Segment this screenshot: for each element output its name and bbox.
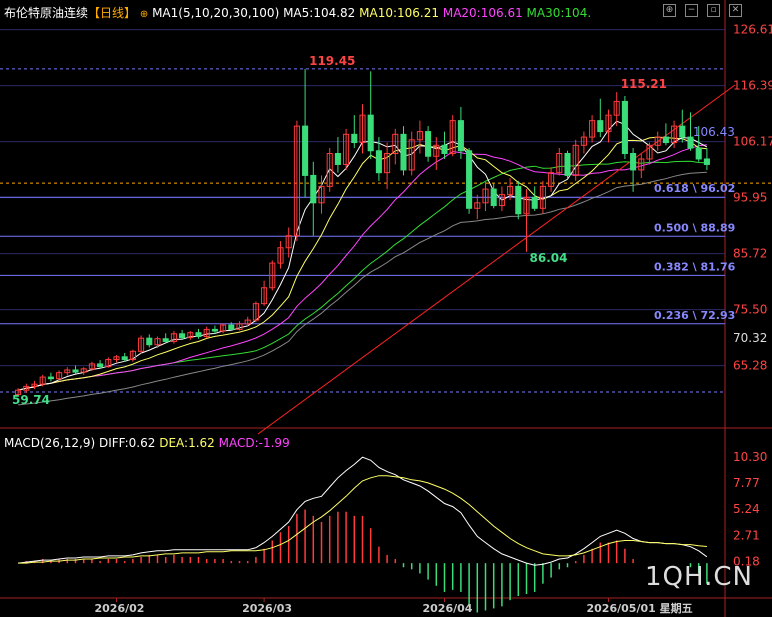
ma-settings-icon[interactable]: ⊕ [140,9,148,20]
candle-body [441,144,448,155]
candle-body [334,153,341,165]
candle-body [490,188,497,207]
chart-header: 布伦特原油连续【日线】 ⊕ MA1(5,10,20,30,100) MA5:10… [4,4,591,21]
fib-label: 0.236 \ 72.93 [654,309,735,322]
candle-body [375,150,382,174]
macd-header: MACD(26,12,9) DIFF:0.62 DEA:1.62 MACD:-1… [4,436,290,450]
ma20-label: MA20:106.61 [442,6,523,20]
period-label[interactable]: 【日线】 [88,6,136,20]
ma10-label: MA10:106.21 [359,6,440,20]
candle-body [531,196,538,209]
kline-chart[interactable]: 0.618 \ 96.02 0.500 \ 88.89 0.382 \ 81.76 0… [0,0,772,617]
low-start-annotation: 59.74 [12,393,50,407]
candle-body [47,376,54,380]
ma5-line [17,120,708,391]
price-tick-label: 126.61 [733,23,772,37]
low-mid-annotation: 86.04 [530,251,568,265]
candle-body [703,158,710,165]
price-tick-label: 75.50 [733,303,767,317]
price-tick-label: 95.95 [733,191,767,205]
x-axis-label: 2026/02 [95,602,145,615]
ma5-label: MA5:104.82 [283,6,356,20]
fib-label: 0.618 \ 96.02 [654,182,735,195]
high-annotation: 119.45 [309,54,355,68]
macd-tick-label: 10.30 [733,450,767,464]
x-axis-label: 2026/04 [423,602,473,615]
candle-body [466,150,473,209]
macd-tick-label: 5.24 [733,502,760,516]
candle-body [211,328,218,332]
price-tick-label: 85.72 [733,247,767,261]
candle-body [457,120,464,152]
candle-body [146,337,153,346]
candle-body [515,185,522,215]
close-icon[interactable]: ✕ [729,4,742,17]
candle-body [179,333,186,339]
ma100-line [18,171,707,406]
macd-tick-label: 7.77 [733,476,760,490]
candle-body [597,120,604,133]
macd-config-label: MACD(26,12,9) [4,436,96,450]
price-tick-label: 106.17 [733,135,772,149]
ma10-line [17,136,707,391]
candle-body [351,133,358,144]
candle-body [679,125,686,138]
candle-body [400,133,407,171]
candle-body [695,147,702,160]
restore-icon[interactable]: ▫ [707,4,720,17]
watermark: 1QH.CN [645,562,753,592]
candle-body [621,100,628,155]
candle-body [630,153,637,171]
instrument-title[interactable]: 布伦特原油连续 [4,6,88,20]
price-tick-label: 116.39 [733,79,772,93]
macd-dea-label: DEA:1.62 [159,436,215,450]
candle-body [97,363,104,368]
current-price-axis-label: 70.32 [733,331,767,345]
macd-diff-label: DIFF:0.62 [98,436,156,450]
macd-value-label: MACD:-1.99 [218,436,290,450]
candle-body [195,332,202,338]
candle-body [425,131,432,157]
fib-label: 0.500 \ 88.89 [654,221,735,234]
candle-body [72,369,79,373]
price-tick-label: 65.28 [733,359,767,373]
fib-label: 0.382 \ 81.76 [654,260,736,273]
candle-body [367,114,374,152]
candle-body [121,356,128,361]
x-axis-label: 2026/05/01 星期五 [587,601,693,615]
ma30-label: MA30:104. [526,6,592,20]
candle-body [310,174,317,204]
high2-annotation: 115.21 [621,77,667,91]
candle-body [228,324,235,330]
minus-icon[interactable]: − [685,4,698,17]
target-icon[interactable]: ⊕ [663,4,676,17]
ma-config-label: MA1(5,10,20,30,100) [152,6,280,20]
x-axis-label: 2026/03 [242,602,292,615]
last-ma-annotation: 106.43 [693,125,735,139]
candle-body [564,153,571,176]
candle-body [302,125,309,176]
candle-body [662,136,669,144]
candle-body [162,338,169,342]
macd-tick-label: 2.71 [733,528,760,542]
